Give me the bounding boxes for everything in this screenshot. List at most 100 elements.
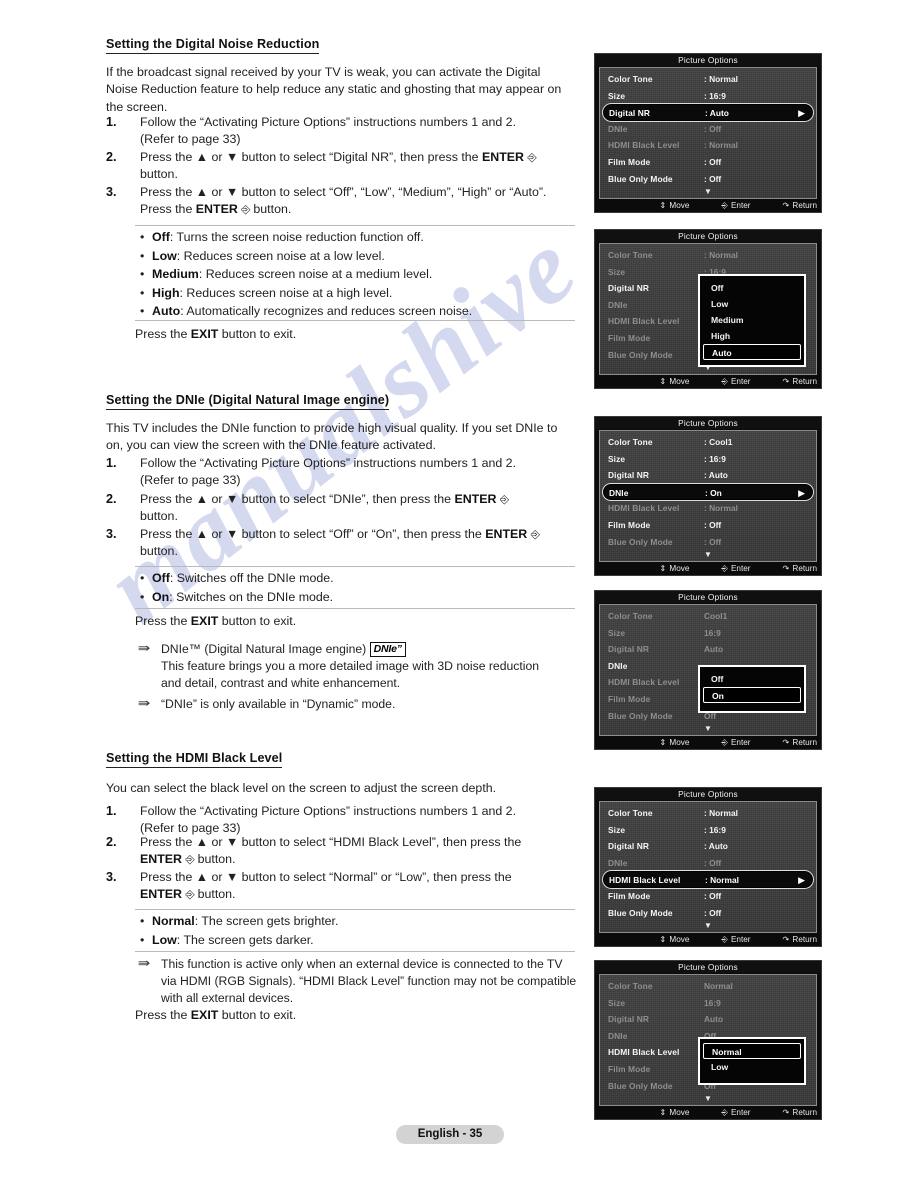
bullet-term: Low [152,248,177,263]
osd-option-off[interactable]: Off [703,671,801,687]
osd-hint-return: ↷ Return [782,935,817,945]
osd-row-value: 16:9 [704,627,721,638]
osd-option-normal[interactable]: Normal [703,1043,801,1059]
osd-row-label: Blue Only Mode [608,907,673,918]
bullet-desc: : Reduces screen noise at a high level. [179,285,393,300]
osd-row-size[interactable]: Size: 16:9 [600,88,816,105]
osd-row-label: DNIe [608,299,628,310]
osd-row-hdmi-black-level[interactable]: HDMI Black Level: Normal [600,137,816,154]
chevron-right-icon: ▶ [798,487,805,498]
scroll-down-arrow-icon[interactable]: ▼ [600,550,816,561]
osd-option-popup[interactable]: Off Low Medium High Auto [698,274,806,367]
osd-option-popup[interactable]: Normal Low [698,1037,806,1085]
osd-option-auto[interactable]: Auto [703,344,801,360]
osd-row-digital-nr[interactable]: Digital NR Auto [600,641,816,658]
osd-hint-move: ⇕ Move [659,377,690,387]
osd-row-color-tone[interactable]: Color Tone: Normal [600,247,816,264]
osd-row-dnie[interactable]: DNIe: Off [600,121,816,138]
osd-row-dnie[interactable]: DNIe: On ▶ [603,483,813,501]
osd-row-size[interactable]: Size 16:9 [600,625,816,642]
osd-row-blue-only-mode[interactable]: Blue Only Mode: Off [600,534,816,551]
osd-row-value: : Off [704,857,722,868]
chevron-right-icon: ▶ [798,875,805,886]
osd-option-off[interactable]: Off [703,280,801,296]
osd-row-digital-nr[interactable]: Digital NR: Auto [600,838,816,855]
step-text: Follow the “Activating Picture Options” … [140,456,517,488]
osd-row-label: DNIe [609,487,629,498]
osd-row-digital-nr[interactable]: Digital NR: Auto ▶ [603,104,813,121]
osd-row-hdmi-black-level[interactable]: HDMI Black Level: Normal [600,500,816,517]
osd-row-digital-nr[interactable]: Digital NR: Auto [600,467,816,484]
osd-row-label: Blue Only Mode [608,349,673,360]
osd-row-label: Blue Only Mode [608,173,673,184]
exit-instruction: Press the EXIT button to exit. [135,327,297,341]
section-intro-hdmi-black-level: You can select the black level on the sc… [106,781,497,795]
osd-option-low[interactable]: Low [703,1059,801,1075]
osd-row-label: Film Mode [608,890,651,901]
scroll-down-arrow-icon[interactable]: ▼ [600,724,816,735]
step-text: Follow the “Activating Picture Options” … [140,115,517,147]
osd-row-size[interactable]: Size 16:9 [600,995,816,1012]
osd-row-color-tone[interactable]: Color Tone Normal [600,978,816,995]
osd-hint-move: ⇕ Move [659,935,690,945]
osd-option-high[interactable]: High [703,328,801,344]
osd-row-size[interactable]: Size: 16:9 [600,822,816,839]
updown-arrow-icon: ⇕ [659,935,667,945]
bullet-term: Off [152,571,170,585]
bullet-item: • Auto: Automatically recognizes and redu… [140,304,473,319]
return-arrow-icon: ↷ [782,201,790,211]
updown-arrow-icon: ⇕ [659,201,667,211]
scroll-down-arrow-icon[interactable]: ▼ [600,1094,816,1105]
osd-option-popup[interactable]: Off On [698,665,806,713]
bullet-list-hdmi-black-level: • Normal: The screen gets brighter. • Low:… [140,912,338,949]
osd-row-hdmi-black-level[interactable]: HDMI Black Level: Normal ▶ [603,871,813,888]
bullet-item: • On: Switches on the DNIe mode. [140,589,334,604]
note-list-dnie: ⇛ DNIe™ (Digital Natural Image engine) D… [135,641,580,717]
osd-row-blue-only-mode[interactable]: Blue Only Mode: Off [600,905,816,922]
osd-option-on[interactable]: On [703,687,801,703]
osd-row-value: : Off [704,173,722,184]
exit-instruction: Press the EXIT button to exit. [135,614,297,628]
enter-key-icon: ⎆ [721,935,728,945]
osd-row-digital-nr[interactable]: Digital NR Auto [600,1011,816,1028]
bullet-desc: : The screen gets brighter. [194,914,339,928]
osd-hint-move: ⇕ Move [659,1108,690,1118]
osd-row-label: Digital NR [608,1014,650,1025]
osd-row-value: : Off [704,890,722,901]
osd-row-film-mode[interactable]: Film Mode: Off [600,154,816,171]
updown-arrow-icon: ⇕ [659,564,667,574]
step-number: 2. [106,492,117,506]
bullet-list-digital-nr: • Off: Turns the screen noise reduction f… [140,228,472,321]
page-number-badge: English - 35 [396,1125,504,1144]
osd-row-label: HDMI Black Level [609,875,681,886]
osd-row-color-tone[interactable]: Color Tone Cool1 [600,608,816,625]
divider [135,909,575,910]
osd-row-size[interactable]: Size: 16:9 [600,451,816,468]
osd-row-dnie[interactable]: DNIe: Off [600,855,816,872]
osd-row-value: : Normal [704,140,738,151]
osd-row-blue-only-mode[interactable]: Blue Only Mode : Off [600,171,816,188]
bullet-desc: : Reduces screen noise at a low level. [176,248,385,263]
osd-row-label: Size [608,824,626,835]
bullet-item: • Normal: The screen gets brighter. [140,914,339,928]
scroll-down-arrow-icon[interactable]: ▼ [600,921,816,932]
osd-option-medium[interactable]: Medium [703,312,801,328]
osd-menu-body: Color Tone Cool1 Size 16:9 Digital NR Auto DNI… [599,604,817,737]
osd-row-film-mode[interactable]: Film Mode: Off [600,517,816,534]
osd-row-color-tone[interactable]: Color Tone: Normal [600,71,816,88]
osd-row-color-tone[interactable]: Color Tone: Cool1 [600,434,816,451]
osd-row-label: Blue Only Mode [608,536,673,547]
osd-row-film-mode[interactable]: Film Mode : Off [600,888,816,905]
step-item: 2. Press the ▲ or ▼ button to select “HD… [106,834,586,869]
step-item: 1. Follow the “Activating Picture Option… [106,455,586,490]
osd-option-low[interactable]: Low [703,296,801,312]
osd-row-value: : Normal [704,74,738,84]
bullet-item: • High: Reduces screen noise at a high le… [140,285,393,300]
osd-footer-hints: ⇕ Move ⎆ Enter ↷ Return [595,933,821,947]
scroll-down-arrow-icon[interactable]: ▼ [600,187,816,198]
osd-menu-body: Color Tone: Cool1 Size: 16:9 Digital NR: A… [599,430,817,563]
osd-row-color-tone[interactable]: Color Tone: Normal [600,805,816,822]
osd-hint-return: ↷ Return [782,1108,817,1118]
osd-row-label: DNIe [608,1030,628,1041]
return-arrow-icon: ↷ [782,564,790,574]
